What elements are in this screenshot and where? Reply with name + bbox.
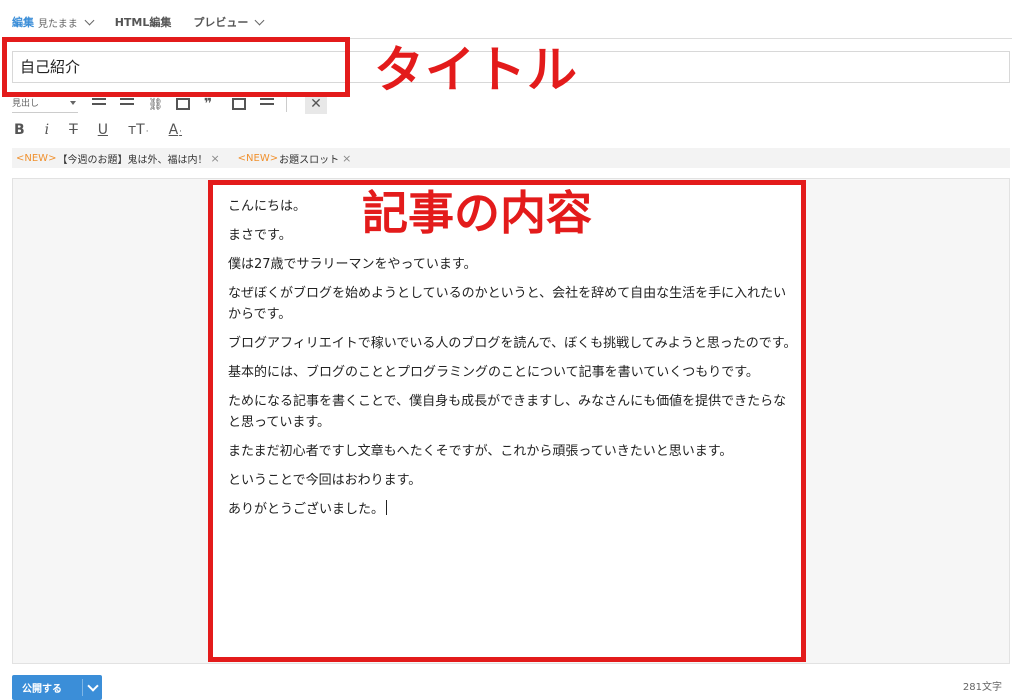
close-icon[interactable]: × [342,152,351,165]
content-annotation-label: 記事の内容 [362,186,592,240]
content-annotation-box [208,180,806,662]
dropdown-arrow-icon [70,100,76,105]
editor-toolbar: 見出し ⛓ ❞ ✕ [12,94,327,114]
tab-preview-label: プレビュー [193,16,249,29]
editor-mode-tabs: 編集 見たまま HTML編集 プレビュー [12,10,285,34]
topic-label: 【今週のお題】鬼は外、福は内！ [57,154,208,166]
toc-icon[interactable] [260,98,274,110]
format-toolbar: B i T U тT· A· [14,119,202,141]
heading-select-value: 見出し [12,98,40,109]
font-size-label: тT [127,122,145,138]
quote-icon[interactable]: ❞ [204,97,218,111]
new-badge: <NEW> [237,152,279,164]
topic-item[interactable]: <NEW> お題スロット × [238,151,352,166]
divider [286,96,287,112]
chevron-down-icon [86,679,99,692]
tab-html-label: HTML編集 [114,16,172,29]
numbered-list-icon[interactable] [120,98,134,110]
underline-button[interactable]: U [98,122,108,138]
heading-select[interactable]: 見出し [12,96,78,113]
link-icon[interactable]: ⛓ [148,98,163,110]
publish-button[interactable]: 公開する [12,675,102,700]
topic-item[interactable]: <NEW> 【今週のお題】鬼は外、福は内！ × [16,151,220,166]
tab-edit[interactable]: 編集 見たまま [12,14,95,30]
new-badge: <NEW> [16,152,57,164]
font-size-button[interactable]: тT· [128,122,149,138]
bold-button[interactable]: B [14,122,25,138]
tab-edit-sublabel: 見たまま [38,18,78,30]
close-icon[interactable]: × [210,152,219,165]
tab-html[interactable]: HTML編集 [115,14,172,30]
title-annotation-box [2,37,350,97]
strikethrough-button[interactable]: T [69,122,78,138]
title-annotation-label: タイトル [374,41,578,99]
close-toolbar-icon[interactable]: ✕ [305,94,327,114]
tab-edit-label: 編集 [12,16,34,29]
italic-button[interactable]: i [45,122,49,138]
image-list-icon[interactable] [232,98,246,110]
publish-button-label: 公開する [22,684,62,695]
text-color-label: A [168,122,179,138]
char-count: 281文字 [962,682,1002,693]
tab-preview[interactable]: プレビュー [193,14,265,30]
topic-label: お題スロット [279,154,340,166]
chevron-down-icon [254,15,265,25]
table-icon[interactable] [176,98,190,110]
publish-options-button[interactable] [83,679,102,692]
bulleted-list-icon[interactable] [92,98,106,110]
text-color-button[interactable]: A· [169,122,182,138]
topic-bar: <NEW> 【今週のお題】鬼は外、福は内！ × <NEW> お題スロット × [12,148,1010,168]
chevron-down-icon [84,15,95,25]
